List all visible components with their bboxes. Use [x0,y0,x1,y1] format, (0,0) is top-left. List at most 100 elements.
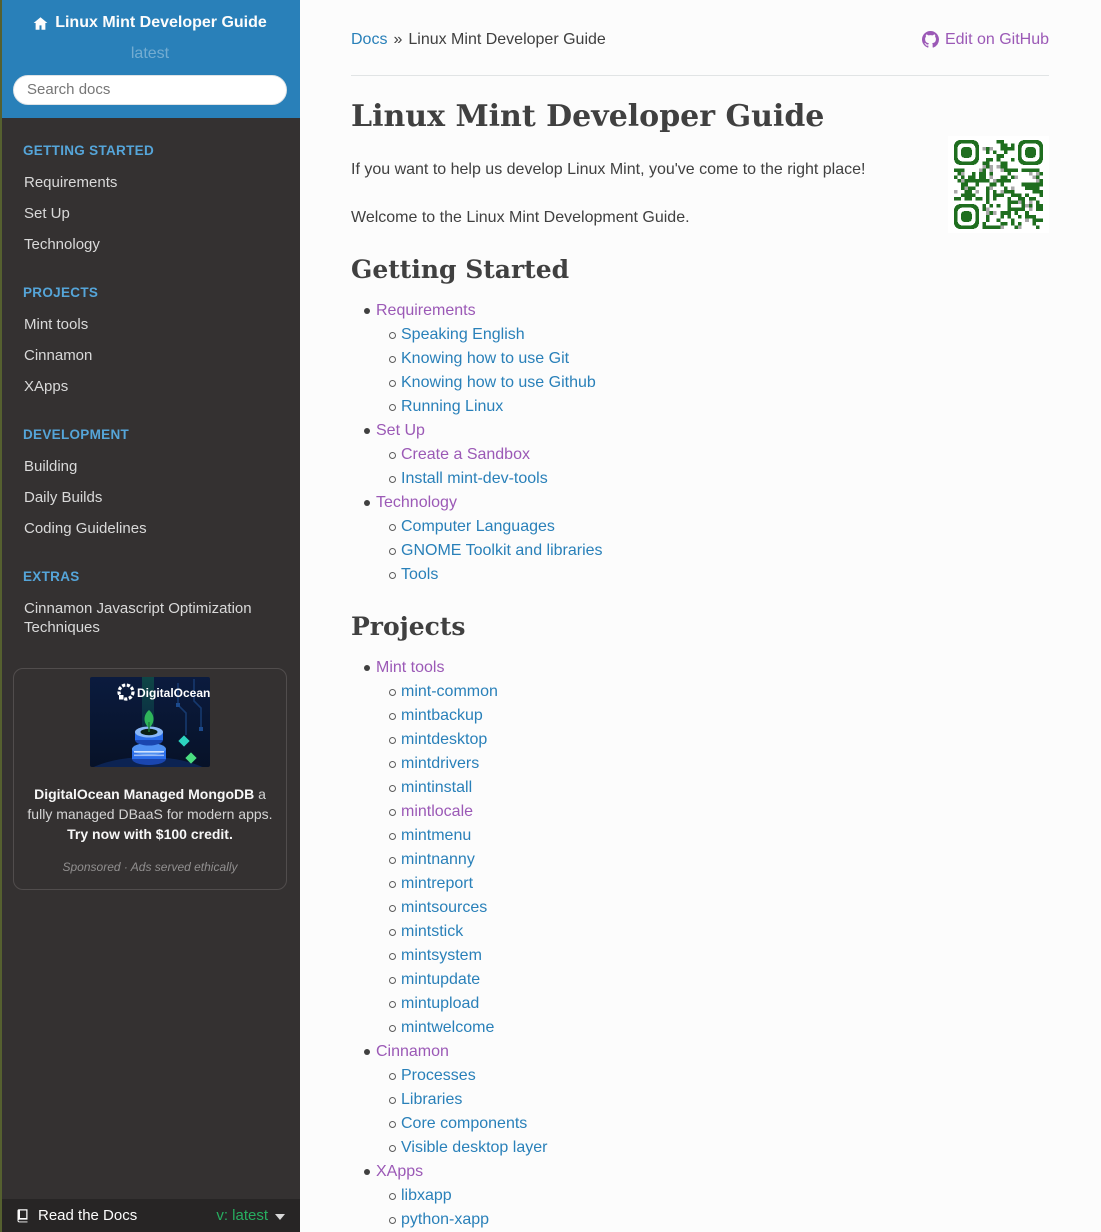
toc-link[interactable]: Core components [401,1115,527,1132]
toc-link[interactable]: Install mint-dev-tools [401,470,548,487]
rtd-label-text: Read the Docs [38,1207,138,1224]
toc-link[interactable]: Speaking English [401,326,525,343]
list-item: mintlocale [389,800,1049,824]
breadcrumb: Docs » Linux Mint Developer Guide Edit on … [351,30,1049,49]
list-item: mintreport [389,872,1049,896]
toc-link[interactable]: python-xapp [401,1211,489,1228]
list-item: Tools [389,563,1049,587]
toc-link[interactable]: mintmenu [401,827,471,844]
toc-link[interactable]: Technology [376,494,457,511]
list-item: mintsystem [389,944,1049,968]
list-item: mintnanny [389,848,1049,872]
toc-link[interactable]: mintsources [401,899,487,916]
sidebar-item-xapps[interactable]: XApps [0,371,300,402]
sidebar-item-mint-tools[interactable]: Mint tools [0,309,300,340]
breadcrumb-docs-link[interactable]: Docs [351,31,387,48]
toc-link[interactable]: Tools [401,566,438,583]
toc-link[interactable]: Set Up [376,422,425,439]
toc-link[interactable]: libxapp [401,1187,452,1204]
list-item: Visible desktop layer [389,1136,1049,1160]
toc-link[interactable]: mintreport [401,875,473,892]
toc-link[interactable]: mintbackup [401,707,483,724]
section-heading: Getting Started [351,255,570,284]
list-item: mintstick [389,920,1049,944]
toc-link[interactable]: XApps [376,1163,423,1180]
page-toc: Getting Started Requirements Speaking Engl… [351,255,1049,1232]
svg-text:DigitalOcean: DigitalOcean [137,686,210,700]
toc-link[interactable]: mintdrivers [401,755,479,772]
sidebar-item-building[interactable]: Building [0,451,300,482]
toc-link[interactable]: GNOME Toolkit and libraries [401,542,603,559]
nav-section-caption: EXTRAS [23,568,80,584]
nav-section-caption: GETTING STARTED [23,142,154,158]
main-content-area: Docs » Linux Mint Developer Guide Edit on … [300,0,1101,1232]
toc-link[interactable]: mintdesktop [401,731,487,748]
toc-link[interactable]: Computer Languages [401,518,555,535]
window-left-edge [0,0,2,1232]
sidebar-item-cinnamon[interactable]: Cinnamon [0,340,300,371]
sidebar-item-technology[interactable]: Technology [0,229,300,260]
current-version-text: v: latest [216,1207,268,1224]
intro-paragraph-2: Welcome to the Linux Mint Development Gu… [351,209,690,226]
rtd-label: Read the Docs [15,1207,137,1224]
version-label: latest [130,44,170,62]
sidebar-item-set-up[interactable]: Set Up [0,198,300,229]
sidebar-ad: DigitalOcean DigitalOcean Managed MongoD… [13,667,287,890]
toc-link[interactable]: mintinstall [401,779,472,796]
toc-link[interactable]: Knowing how to use Git [401,350,569,367]
toc-link[interactable]: mintwelcome [401,1019,494,1036]
project-home-link[interactable]: Linux Mint Developer Guide [33,14,267,32]
list-item: mintsources [389,896,1049,920]
sidebar-item-requirements[interactable]: Requirements [0,167,300,198]
list-item: mintbackup [389,704,1049,728]
toc-link[interactable]: Visible desktop layer [401,1139,547,1156]
nav-section-caption: DEVELOPMENT [23,426,130,442]
ad-text[interactable]: DigitalOcean Managed MongoDB a fully man… [26,784,274,844]
list-item: libxapp [389,1184,1049,1208]
breadcrumb-divider [351,75,1049,76]
project-title: Linux Mint Developer Guide [55,14,267,31]
sidebar-item-daily-builds[interactable]: Daily Builds [0,482,300,513]
toc-link[interactable]: Processes [401,1067,476,1084]
list-item: mintwelcome [389,1016,1049,1040]
toc-link[interactable]: mintupdate [401,971,480,988]
list-item: Technology Computer Languages GNOME Toolki… [364,491,1049,587]
list-item: Libraries [389,1088,1049,1112]
toc-link[interactable]: Requirements [376,302,476,319]
ad-sponsor-note[interactable]: Sponsored · Ads served ethically [26,860,274,874]
github-icon [921,31,939,48]
toc-link[interactable]: Running Linux [401,398,503,415]
list-item: mintinstall [389,776,1049,800]
sidebar: Linux Mint Developer Guide latest GETTIN… [0,0,300,1232]
nav-section-caption: PROJECTS [23,284,99,300]
toc-link[interactable]: Knowing how to use Github [401,374,596,391]
rtd-version-bar[interactable]: Read the Docs v: latest [0,1199,300,1232]
toc-link[interactable]: mintupload [401,995,479,1012]
list-item: mintdesktop [389,728,1049,752]
sidebar-item-coding-guidelines[interactable]: Coding Guidelines [0,513,300,544]
document-content: Docs » Linux Mint Developer Guide Edit on … [300,0,1101,1232]
edit-on-github-link[interactable]: Edit on GitHub [921,30,1049,49]
toc-link[interactable]: Create a Sandbox [401,446,530,463]
digitalocean-ad-image[interactable]: DigitalOcean [90,676,210,767]
page-title: Linux Mint Developer Guide [351,99,825,134]
list-item: Knowing how to use Git [389,347,1049,371]
app-window: Linux Mint Developer Guide latest GETTIN… [0,0,1101,1232]
ad-headline-bold: DigitalOcean Managed MongoDB [34,785,255,802]
toc-link[interactable]: Mint tools [376,659,444,676]
toc-link[interactable]: mint-common [401,683,498,700]
toc-link[interactable]: Libraries [401,1091,462,1108]
sidebar-item-cinnamon-javascript-optimization-techniques[interactable]: Cinnamon Javascript Optimization Techniq… [0,593,300,643]
toc-link[interactable]: Cinnamon [376,1043,449,1060]
sidebar-nav: GETTING STARTED Requirements Set Up Technol… [0,143,300,643]
toc-link[interactable]: mintstick [401,923,463,940]
sidebar-header: Linux Mint Developer Guide latest [0,0,300,118]
list-item: Install mint-dev-tools [389,467,1049,491]
toc-link[interactable]: mintlocale [401,803,473,820]
list-item: mintmenu [389,824,1049,848]
intro-paragraph-1: If you want to help us develop Linux Min… [351,161,866,178]
toc-link[interactable]: mintsystem [401,947,482,964]
version-flyout-toggle[interactable]: v: latest [216,1207,285,1224]
toc-link[interactable]: mintnanny [401,851,475,868]
search-input[interactable] [13,74,287,105]
